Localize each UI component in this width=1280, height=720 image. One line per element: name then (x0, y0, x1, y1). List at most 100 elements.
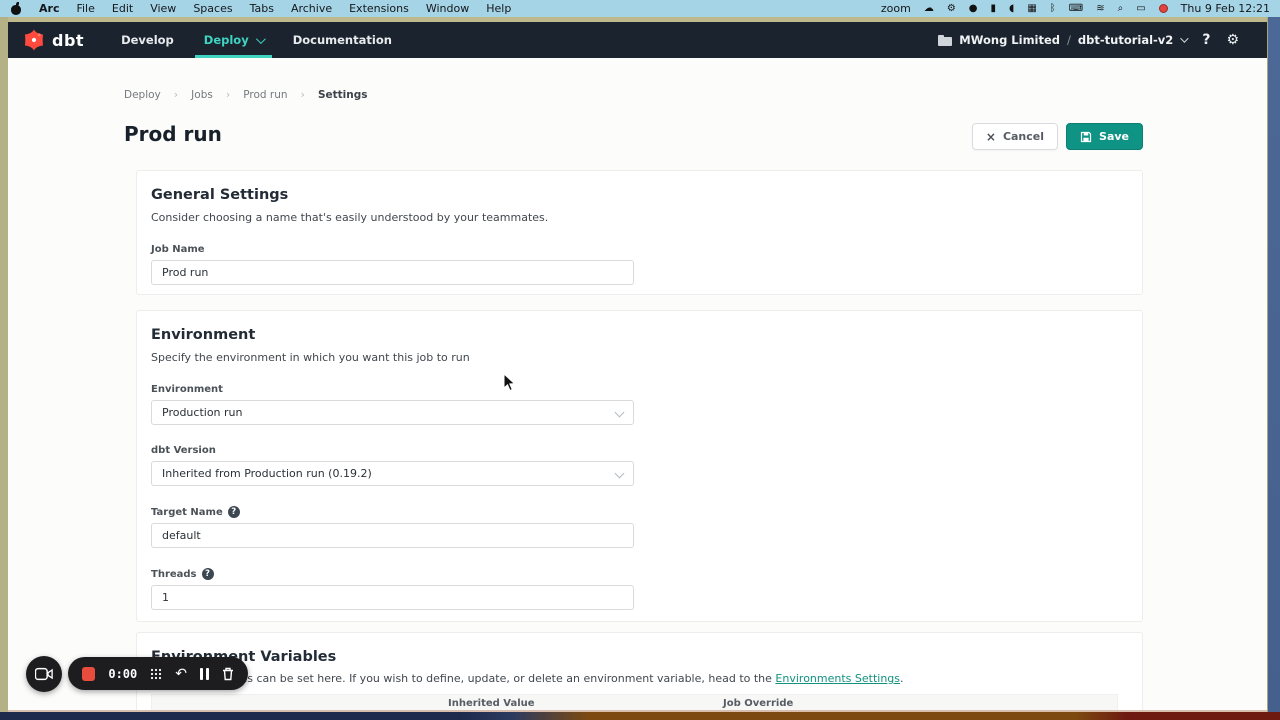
breadcrumb-separator-icon: › (226, 88, 230, 101)
nav-develop[interactable]: Develop (110, 22, 185, 58)
nav-develop-label: Develop (121, 33, 174, 47)
chevron-down-icon (615, 408, 625, 418)
video-camera-icon (35, 667, 53, 681)
dbt-header: dbt Develop Deploy Documentation MWong L… (8, 22, 1267, 58)
breadcrumb-deploy[interactable]: Deploy (124, 89, 161, 101)
nav-deploy-label: Deploy (204, 33, 249, 47)
target-name-field: Target Name ? (151, 506, 634, 548)
environments-settings-link[interactable]: Environments Settings (775, 672, 900, 685)
nav-deploy[interactable]: Deploy (193, 22, 274, 58)
chevron-down-icon (1180, 34, 1188, 42)
restart-recording-icon[interactable]: ↶ (175, 667, 187, 681)
threads-label-text: Threads (151, 569, 197, 580)
menubar-item-window[interactable]: Window (426, 2, 469, 15)
chevron-down-icon (615, 469, 625, 479)
menubar-item-edit[interactable]: Edit (112, 2, 133, 15)
help-icon[interactable]: ? (202, 568, 214, 580)
drag-handle-icon[interactable] (150, 668, 162, 680)
target-name-input[interactable] (151, 523, 634, 548)
spotlight-icon[interactable]: ⌕ (1118, 4, 1124, 14)
desktop-wallpaper-bottom (0, 712, 1280, 720)
save-label: Save (1099, 130, 1129, 143)
help-icon[interactable]: ? (228, 506, 240, 518)
header-right: MWong Limited / dbt-tutorial-v2 ? ⚙ (938, 32, 1239, 48)
cloud-icon[interactable]: ☁ (924, 4, 934, 14)
page-content: Deploy › Jobs › Prod run › Settings Prod… (8, 58, 1267, 710)
folder-icon (938, 35, 952, 46)
action-bar: × Cancel Save (972, 123, 1143, 150)
help-button[interactable]: ? (1202, 32, 1210, 48)
do-not-disturb-icon[interactable]: ● (969, 4, 978, 14)
desktop-wallpaper-right (1267, 17, 1280, 720)
menubar-item-tabs[interactable]: Tabs (250, 2, 274, 15)
env-vars-col-override: Job Override (723, 698, 1117, 709)
stop-recording-button[interactable] (82, 667, 95, 681)
environment-select-value: Production run (162, 406, 243, 419)
threads-field: Threads ? (151, 568, 634, 610)
environment-variables-title: Environment Variables (151, 649, 1128, 665)
env-vars-subtitle-period: . (900, 672, 904, 685)
nav-documentation[interactable]: Documentation (282, 22, 403, 58)
project-name: dbt-tutorial-v2 (1078, 33, 1173, 47)
menubar-item-spaces[interactable]: Spaces (193, 2, 232, 15)
environment-select[interactable]: Production run (151, 400, 634, 425)
page-title: Prod run (124, 122, 222, 146)
gear-button[interactable]: ⚙ (1226, 32, 1239, 48)
breadcrumb-settings: Settings (318, 89, 368, 101)
menubar-item-help[interactable]: Help (486, 2, 511, 15)
input-source-icon[interactable]: ⌨ (1069, 4, 1083, 14)
recording-timer: 0:00 (108, 667, 137, 681)
target-name-label-text: Target Name (151, 507, 223, 518)
job-name-input[interactable] (151, 260, 634, 285)
dbt-version-select[interactable]: Inherited from Production run (0.19.2) (151, 461, 634, 486)
dbt-cloud-window: dbt Develop Deploy Documentation MWong L… (8, 22, 1267, 712)
delete-recording-icon[interactable] (222, 667, 234, 681)
main-nav: Develop Deploy Documentation (110, 22, 403, 58)
pause-recording-icon[interactable] (200, 668, 209, 680)
environment-subtitle: Specify the environment in which you wan… (151, 351, 1128, 364)
environment-title: Environment (151, 327, 1128, 343)
dbt-version-value: Inherited from Production run (0.19.2) (162, 467, 372, 480)
menubar-clock[interactable]: Thu 9 Feb 12:21 (1181, 2, 1270, 15)
environment-select-label: Environment (151, 384, 634, 395)
recorder-toolbar: 0:00 ↶ (68, 657, 248, 690)
breadcrumb-jobs[interactable]: Jobs (191, 89, 213, 101)
menubar-item-arc[interactable]: Arc (39, 2, 59, 15)
threads-input[interactable] (151, 585, 634, 610)
apple-menu-icon[interactable] (10, 3, 22, 15)
menubar-item-view[interactable]: View (150, 2, 176, 15)
dbt-logo-icon (22, 28, 46, 52)
menubar-item-archive[interactable]: Archive (291, 2, 332, 15)
dbt-version-field: dbt Version Inherited from Production ru… (151, 445, 634, 486)
display-icon[interactable]: ▭ (1136, 4, 1145, 14)
camera-toggle-button[interactable] (26, 656, 62, 692)
battery-icon[interactable]: ▮ (991, 4, 997, 14)
close-icon: × (986, 130, 996, 144)
volume-icon[interactable]: ◖ (1009, 4, 1014, 14)
job-name-label: Job Name (151, 244, 634, 255)
record-indicator-icon[interactable] (1159, 4, 1168, 13)
bluetooth-icon[interactable]: ᛒ (1050, 4, 1056, 14)
dbt-brand[interactable]: dbt (22, 28, 84, 52)
environment-select-field: Environment Production run (151, 384, 634, 425)
environment-variables-subtitle: Job-level overrides can be set here. If … (151, 672, 1128, 685)
settings-icon[interactable]: ⚙ (947, 4, 956, 14)
brand-name: dbt (52, 31, 84, 50)
macos-menubar: Arc File Edit View Spaces Tabs Archive E… (0, 0, 1280, 17)
calendar-icon[interactable]: ▦ (1027, 4, 1036, 14)
dbt-version-label: dbt Version (151, 445, 634, 456)
zoom-menu-item[interactable]: zoom (881, 2, 911, 15)
general-settings-title: General Settings (151, 187, 1128, 203)
general-settings-card: General Settings Consider choosing a nam… (136, 170, 1143, 295)
account-separator: / (1067, 33, 1071, 47)
env-vars-col-inherited: Inherited Value (448, 698, 723, 709)
cancel-button[interactable]: × Cancel (972, 123, 1058, 150)
cancel-label: Cancel (1003, 130, 1044, 143)
menubar-item-extensions[interactable]: Extensions (349, 2, 409, 15)
menubar-item-file[interactable]: File (76, 2, 94, 15)
breadcrumb-separator-icon: › (174, 88, 178, 101)
breadcrumb-prod-run[interactable]: Prod run (243, 89, 287, 101)
account-project-switcher[interactable]: MWong Limited / dbt-tutorial-v2 (938, 33, 1186, 47)
save-button[interactable]: Save (1066, 123, 1143, 150)
wifi-icon[interactable]: ≋ (1096, 4, 1104, 14)
